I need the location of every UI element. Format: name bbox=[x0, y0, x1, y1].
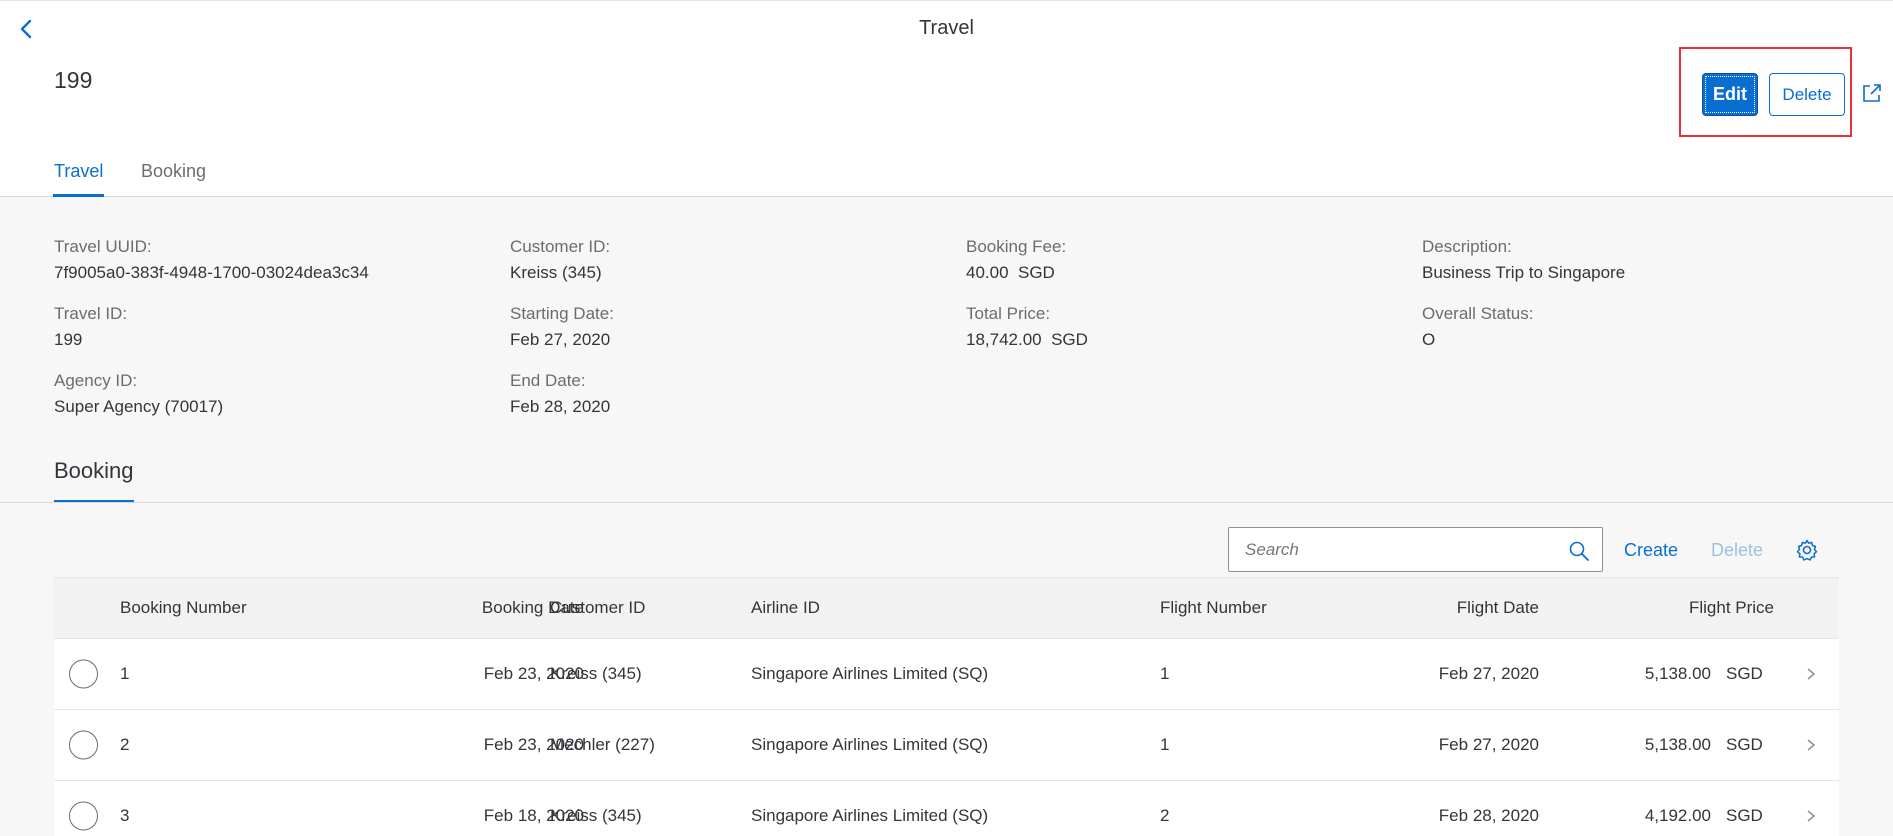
travel-uuid-value: 7f9005a0-383f-4948-1700-03024dea3c34 bbox=[54, 263, 369, 282]
column-header-airline-id[interactable]: Airline ID bbox=[751, 598, 820, 618]
airline-id-cell: Singapore Airlines Limited (SQ) bbox=[751, 735, 989, 754]
tab-selected-indicator bbox=[53, 194, 104, 197]
flight-number-cell: 2 bbox=[1160, 806, 1170, 825]
booking-number-cell: 1 bbox=[120, 664, 130, 683]
column-header-flight-number[interactable]: Flight Number bbox=[1160, 598, 1267, 618]
travel-id-value: 199 bbox=[54, 330, 83, 349]
table-row[interactable]: 1 Feb 23, 2020 Kreiss (345) Singapore Ai… bbox=[54, 639, 1839, 710]
booking-section-title: Booking bbox=[54, 458, 134, 483]
customer-id-cell: Kreiss (345) bbox=[550, 664, 642, 683]
chevron-right-icon[interactable] bbox=[1804, 737, 1818, 753]
total-price-label: Total Price: bbox=[966, 304, 1051, 323]
tab-booking[interactable]: Booking bbox=[141, 161, 206, 182]
starting-date-value: Feb 27, 2020 bbox=[510, 330, 611, 349]
table-row[interactable]: 2 Feb 23, 2020 Mechler (227) Singapore A… bbox=[54, 710, 1839, 781]
airline-id-cell: Singapore Airlines Limited (SQ) bbox=[751, 806, 989, 825]
customer-id-label: Customer ID: bbox=[510, 237, 611, 256]
chevron-right-icon[interactable] bbox=[1804, 666, 1818, 682]
currency-cell: SGD bbox=[1726, 806, 1763, 825]
delete-button[interactable]: Delete bbox=[1769, 73, 1845, 116]
flight-number-cell: 1 bbox=[1160, 735, 1170, 754]
row-select-radio[interactable] bbox=[69, 659, 98, 689]
column-header-flight-price[interactable]: Flight Price bbox=[1689, 598, 1774, 618]
search-input[interactable] bbox=[1229, 528, 1559, 571]
customer-id-cell: Kreiss (345) bbox=[550, 806, 642, 825]
edit-button[interactable]: Edit bbox=[1702, 73, 1758, 116]
object-header: Travel 199 Edit Delete Travel Booking bbox=[0, 0, 1893, 197]
flight-date-cell: Feb 27, 2020 bbox=[1438, 664, 1539, 683]
booking-table: Booking Number Booking Date Customer ID … bbox=[54, 577, 1839, 836]
description-label: Description: bbox=[1422, 237, 1512, 256]
flight-price-cell: 5,138.00 bbox=[1644, 664, 1711, 683]
agency-id-value: Super Agency (70017) bbox=[54, 397, 224, 416]
delete-booking-button[interactable]: Delete bbox=[1711, 540, 1763, 561]
flight-price-cell: 5,138.00 bbox=[1644, 735, 1711, 754]
booking-fee-label: Booking Fee: bbox=[966, 237, 1067, 256]
currency-cell: SGD bbox=[1726, 664, 1763, 683]
customer-id-value: Kreiss (345) bbox=[510, 263, 602, 282]
airline-id-cell: Singapore Airlines Limited (SQ) bbox=[751, 664, 989, 683]
flight-price-cell: 4,192.00 bbox=[1644, 806, 1711, 825]
table-header-row: Booking Number Booking Date Customer ID … bbox=[54, 577, 1839, 639]
customer-id-cell: Mechler (227) bbox=[550, 735, 655, 754]
travel-id-label: Travel ID: bbox=[54, 304, 128, 323]
total-price-value: 18,742.00 SGD bbox=[966, 330, 1088, 349]
booking-fee-value: 40.00 SGD bbox=[966, 263, 1055, 282]
column-header-booking-number[interactable]: Booking Number bbox=[120, 598, 247, 618]
share-icon bbox=[1863, 84, 1881, 102]
end-date-value: Feb 28, 2020 bbox=[510, 397, 611, 416]
object-title: 199 bbox=[54, 67, 93, 93]
starting-date-label: Starting Date: bbox=[510, 304, 614, 323]
overall-status-value: O bbox=[1422, 330, 1436, 349]
column-header-flight-date[interactable]: Flight Date bbox=[1457, 598, 1539, 618]
booking-number-cell: 3 bbox=[120, 806, 130, 825]
booking-search bbox=[1228, 527, 1603, 572]
travel-uuid-label: Travel UUID: bbox=[54, 237, 152, 256]
share-button[interactable] bbox=[1860, 81, 1884, 105]
row-select-radio[interactable] bbox=[69, 801, 98, 831]
create-booking-button[interactable]: Create bbox=[1624, 540, 1678, 561]
flight-number-cell: 1 bbox=[1160, 664, 1170, 683]
overall-status-label: Overall Status: bbox=[1422, 304, 1534, 323]
app-title: Travel bbox=[919, 17, 974, 39]
description-value: Business Trip to Singapore bbox=[1422, 263, 1626, 282]
settings-icon[interactable] bbox=[1795, 538, 1819, 562]
column-header-customer-id[interactable]: Customer ID bbox=[550, 598, 645, 618]
chevron-right-icon[interactable] bbox=[1804, 808, 1818, 824]
flight-date-cell: Feb 27, 2020 bbox=[1438, 735, 1539, 754]
currency-cell: SGD bbox=[1726, 735, 1763, 754]
table-row[interactable]: 3 Feb 18, 2020 Kreiss (345) Singapore Ai… bbox=[54, 781, 1839, 836]
booking-number-cell: 2 bbox=[120, 735, 130, 754]
tab-travel[interactable]: Travel bbox=[54, 161, 103, 182]
agency-id-label: Agency ID: bbox=[54, 371, 138, 390]
flight-date-cell: Feb 28, 2020 bbox=[1438, 806, 1539, 825]
section-divider bbox=[0, 502, 1893, 503]
end-date-label: End Date: bbox=[510, 371, 586, 390]
row-select-radio[interactable] bbox=[69, 730, 98, 760]
search-icon[interactable] bbox=[1568, 540, 1590, 562]
